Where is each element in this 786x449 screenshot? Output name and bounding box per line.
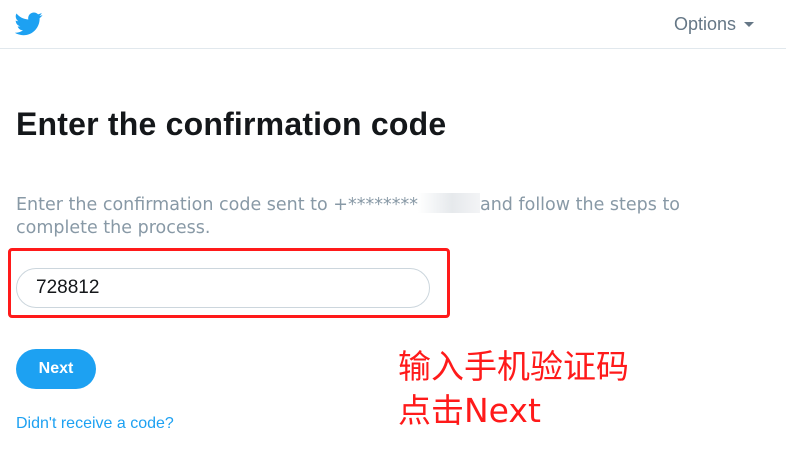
redacted-phone (417, 193, 480, 213)
annotation-line-2: 点击Next (398, 391, 541, 430)
annotation-line-1: 输入手机验证码 (398, 347, 629, 386)
next-button[interactable]: Next (16, 349, 96, 389)
options-menu[interactable]: Options (674, 14, 754, 35)
top-bar: Options (0, 0, 786, 49)
resend-code-link[interactable]: Didn't receive a code? (16, 415, 174, 433)
description: Enter the confirmation code sent to +***… (16, 193, 736, 240)
caret-down-icon (744, 22, 754, 27)
annotation-text: 输入手机验证码 点击Next (398, 345, 629, 433)
confirmation-code-input[interactable] (16, 268, 430, 308)
description-before: Enter the confirmation code sent to +***… (16, 195, 418, 215)
twitter-bird-icon[interactable] (15, 12, 43, 36)
options-label: Options (673, 14, 736, 34)
page-title: Enter the confirmation code (16, 106, 447, 142)
